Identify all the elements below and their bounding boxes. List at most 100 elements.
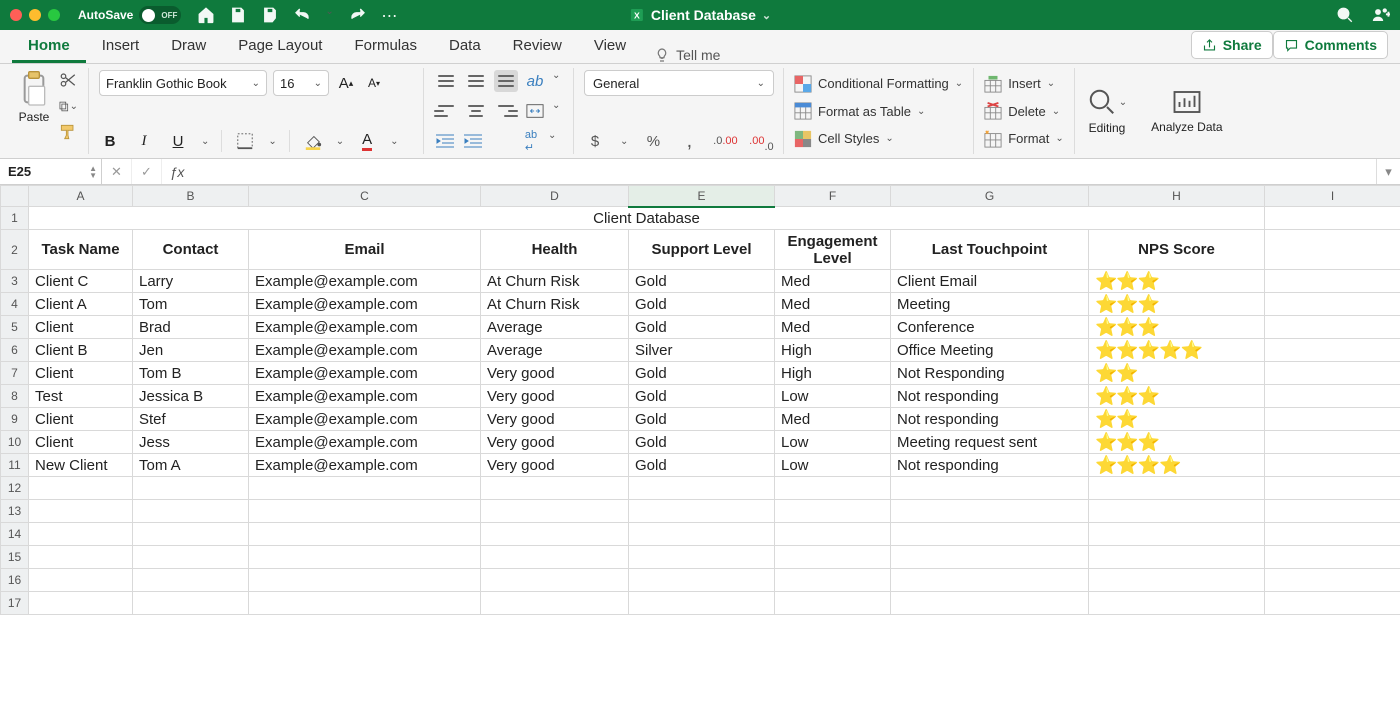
cell[interactable]: Conference: [891, 316, 1089, 339]
cell[interactable]: ⭐⭐⭐⭐⭐: [1089, 339, 1265, 362]
redo-icon[interactable]: [349, 6, 367, 24]
cell[interactable]: [29, 569, 133, 592]
cell[interactable]: [481, 592, 629, 615]
copy-button[interactable]: ⌄: [58, 96, 78, 116]
search-icon[interactable]: [1336, 6, 1354, 24]
cell[interactable]: [1265, 408, 1400, 431]
name-box[interactable]: E25 ▲▼: [0, 159, 102, 184]
row-header[interactable]: 15: [1, 546, 29, 569]
decrease-decimal-button[interactable]: .00.0: [750, 130, 772, 152]
format-painter-button[interactable]: [58, 122, 78, 142]
cell[interactable]: Silver: [629, 339, 775, 362]
cell[interactable]: Gold: [629, 385, 775, 408]
italic-button[interactable]: I: [133, 130, 155, 152]
wrap-text-button[interactable]: ab↵: [520, 130, 542, 152]
font-name-dropdown[interactable]: Franklin Gothic Book⌄: [99, 70, 267, 96]
cell[interactable]: [29, 500, 133, 523]
enter-formula-button[interactable]: ✓: [132, 159, 162, 184]
cell[interactable]: [133, 477, 249, 500]
align-middle-button[interactable]: [464, 70, 488, 92]
cell[interactable]: Gold: [629, 270, 775, 293]
cell[interactable]: Jess: [133, 431, 249, 454]
cell[interactable]: [1265, 546, 1400, 569]
cell[interactable]: Low: [775, 431, 891, 454]
cell[interactable]: [775, 546, 891, 569]
insert-cells-button[interactable]: Insert⌄: [984, 70, 1064, 97]
cell[interactable]: [1265, 270, 1400, 293]
cell[interactable]: [891, 592, 1089, 615]
cell[interactable]: [481, 523, 629, 546]
cell-styles-button[interactable]: Cell Styles⌄: [794, 125, 963, 152]
cell[interactable]: [1265, 230, 1400, 270]
merge-button[interactable]: [524, 100, 546, 122]
cell[interactable]: Gold: [629, 431, 775, 454]
cell[interactable]: [249, 592, 481, 615]
column-header-i[interactable]: I: [1265, 186, 1400, 207]
cell[interactable]: [629, 500, 775, 523]
row-header[interactable]: 7: [1, 362, 29, 385]
cell[interactable]: [29, 477, 133, 500]
cell[interactable]: [133, 569, 249, 592]
column-header-h[interactable]: H: [1089, 186, 1265, 207]
row-header[interactable]: 2: [1, 230, 29, 270]
tab-view[interactable]: View: [578, 29, 642, 63]
column-header-d[interactable]: D: [481, 186, 629, 207]
cell[interactable]: [1265, 362, 1400, 385]
sheet-title-cell[interactable]: Client Database: [29, 207, 1265, 230]
spin-icon[interactable]: ▲▼: [89, 165, 97, 179]
cell[interactable]: Example@example.com: [249, 408, 481, 431]
cell[interactable]: [481, 500, 629, 523]
cell[interactable]: [1265, 523, 1400, 546]
more-icon[interactable]: ⋯: [381, 6, 399, 24]
cell[interactable]: Health: [481, 230, 629, 270]
tab-home[interactable]: Home: [12, 29, 86, 63]
cell[interactable]: ⭐⭐⭐⭐: [1089, 454, 1265, 477]
row-header[interactable]: 6: [1, 339, 29, 362]
chevron-down-icon[interactable]: ⌄: [552, 100, 560, 122]
fx-icon[interactable]: ƒx: [162, 159, 192, 184]
cell[interactable]: [1265, 385, 1400, 408]
cell[interactable]: Med: [775, 408, 891, 431]
row-header[interactable]: 17: [1, 592, 29, 615]
align-center-button[interactable]: [464, 100, 488, 122]
cancel-formula-button[interactable]: ✕: [102, 159, 132, 184]
cell[interactable]: Gold: [629, 316, 775, 339]
close-window-icon[interactable]: [10, 9, 22, 21]
cell[interactable]: [629, 523, 775, 546]
editing-group[interactable]: ⌄ Editing: [1075, 68, 1139, 154]
chevron-down-icon[interactable]: ⌄: [336, 136, 344, 147]
chevron-down-icon[interactable]: ⌄: [552, 70, 560, 92]
undo-dropdown-icon[interactable]: ⌄: [325, 6, 335, 24]
cut-button[interactable]: [58, 70, 78, 90]
cell[interactable]: [1089, 523, 1265, 546]
home-icon[interactable]: [197, 6, 215, 24]
delete-cells-button[interactable]: Delete⌄: [984, 98, 1064, 125]
cell[interactable]: At Churn Risk: [481, 293, 629, 316]
chevron-down-icon[interactable]: ⌄: [201, 136, 209, 147]
cell[interactable]: Very good: [481, 454, 629, 477]
cell[interactable]: Example@example.com: [249, 270, 481, 293]
cell[interactable]: [249, 569, 481, 592]
column-header-c[interactable]: C: [249, 186, 481, 207]
cell[interactable]: Meeting request sent: [891, 431, 1089, 454]
formula-input[interactable]: [192, 159, 1376, 184]
paste-button[interactable]: Paste: [18, 70, 50, 142]
cell[interactable]: Gold: [629, 293, 775, 316]
column-header-e[interactable]: E: [629, 186, 775, 207]
cell[interactable]: Example@example.com: [249, 362, 481, 385]
borders-button[interactable]: [234, 130, 256, 152]
cell[interactable]: [629, 546, 775, 569]
number-format-dropdown[interactable]: General⌄: [584, 70, 774, 96]
cell[interactable]: Jen: [133, 339, 249, 362]
cell[interactable]: [1265, 207, 1400, 230]
row-header[interactable]: 5: [1, 316, 29, 339]
cell[interactable]: Contact: [133, 230, 249, 270]
cell[interactable]: [1265, 316, 1400, 339]
align-bottom-button[interactable]: [494, 70, 518, 92]
cell[interactable]: [481, 569, 629, 592]
cell[interactable]: ⭐⭐⭐: [1089, 316, 1265, 339]
cell[interactable]: Engagement Level: [775, 230, 891, 270]
spreadsheet-grid[interactable]: ABCDEFGHI 1Client Database2Task NameCont…: [0, 185, 1400, 715]
share-button[interactable]: Share: [1191, 31, 1273, 59]
cell[interactable]: Very good: [481, 431, 629, 454]
